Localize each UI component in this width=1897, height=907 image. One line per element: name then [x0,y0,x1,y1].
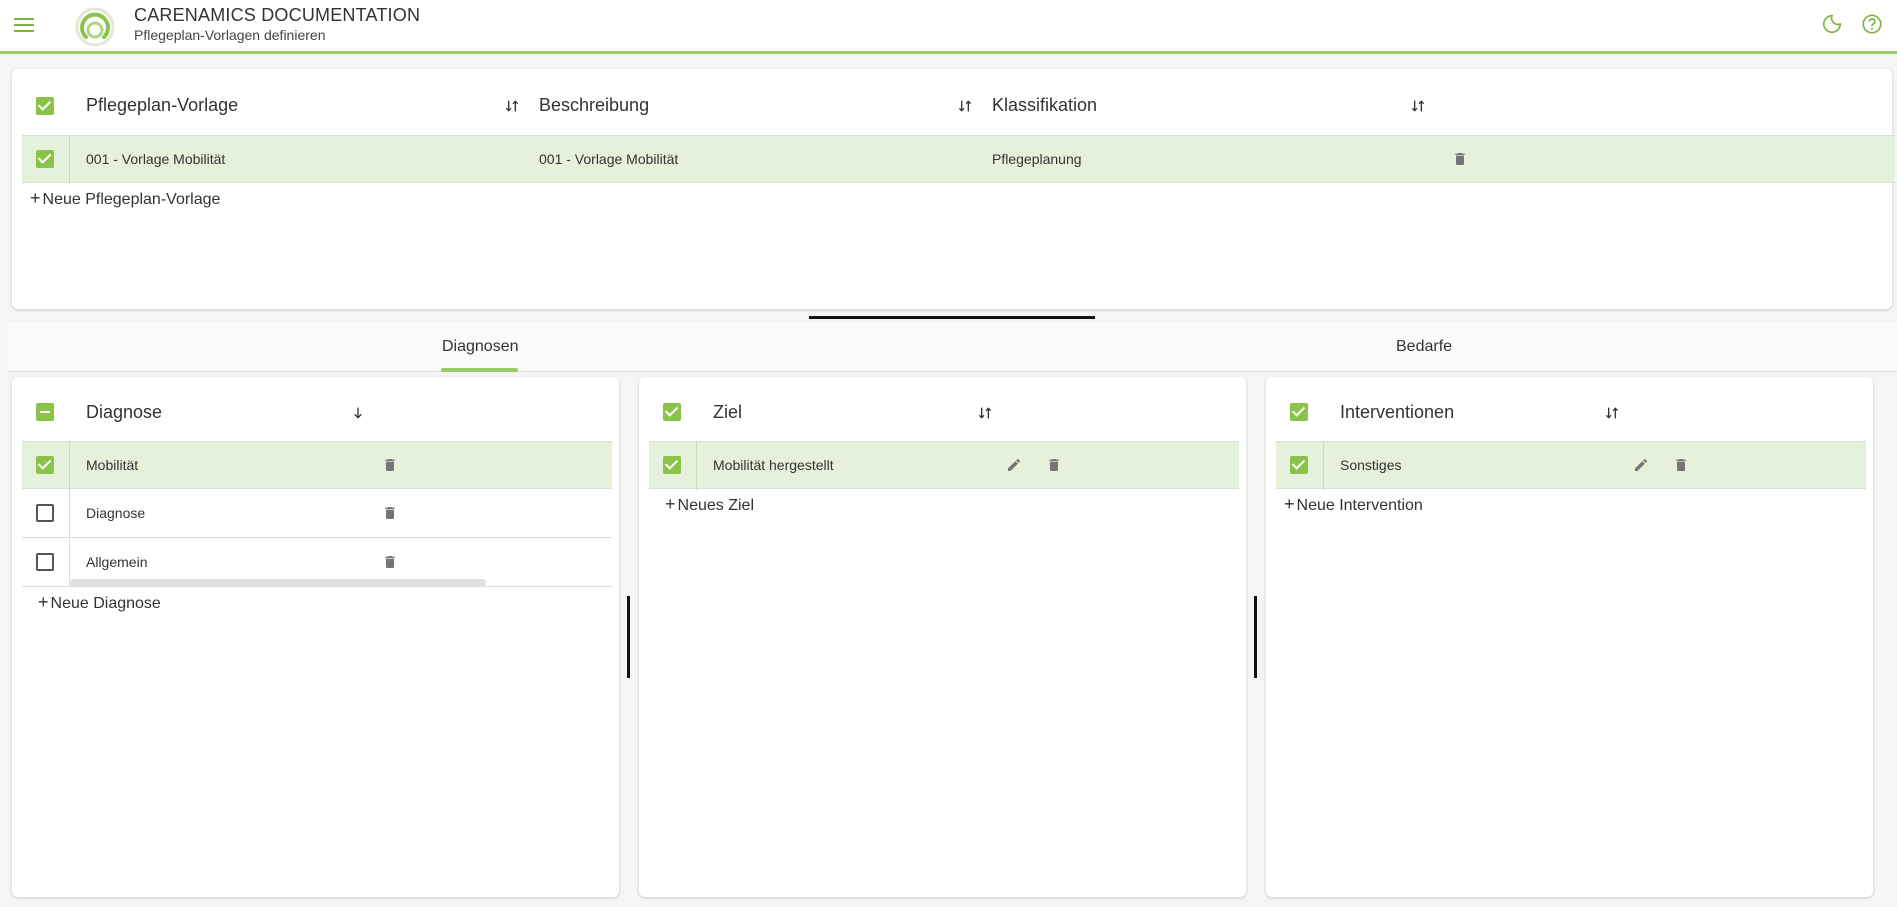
tab-diagnosen[interactable]: Diagnosen [442,338,519,356]
horizontal-scrollbar[interactable] [70,579,486,587]
goal-label: Mobilität hergestellt [713,457,834,473]
tab-bar: Diagnosen Bedarfe [8,322,1897,372]
row-checkbox-cell [1276,442,1324,490]
select-all-interventions-checkbox[interactable] [1290,403,1308,421]
menu-icon[interactable] [14,15,34,33]
list-item[interactable]: Mobilität hergestellt [649,441,1239,490]
row-checkbox[interactable] [1290,456,1308,474]
add-template-button[interactable]: + Neue Pflegeplan-Vorlage [30,188,220,209]
diagnosis-label: Mobilität [86,457,139,473]
template-name: 001 - Vorlage Mobilität [86,151,226,167]
add-template-label: Neue Pflegeplan-Vorlage [42,191,221,208]
row-checkbox[interactable] [663,456,681,474]
tab-bedarfe[interactable]: Bedarfe [1396,338,1452,356]
column-header-ziel: Ziel [713,402,743,422]
row-checkbox[interactable] [36,150,54,168]
resize-handle[interactable] [627,596,630,678]
sort-down-icon[interactable] [350,405,366,421]
add-goal-label: Neues Ziel [677,497,754,514]
table-row[interactable]: 001 - Vorlage Mobilität 001 - Vorlage Mo… [22,135,1895,184]
list-item[interactable]: Diagnose [22,490,612,538]
page-subtitle: Pflegeplan-Vorlagen definieren [134,27,326,43]
interventions-panel: Interventionen Sonstiges + Neue Intervent… [1266,377,1873,897]
sort-icon[interactable] [1410,98,1426,114]
list-item[interactable]: Mobilität [22,441,612,490]
app-header: CARENAMICS DOCUMENTATION Pflegeplan-Vorl… [0,0,1897,54]
intervention-label: Sonstiges [1340,457,1402,473]
row-checkbox-cell [22,136,70,184]
add-goal-button[interactable]: + Neues Ziel [665,494,754,515]
delete-icon[interactable] [1673,456,1689,474]
select-all-templates-checkbox[interactable] [36,97,54,115]
sort-icon[interactable] [977,405,993,421]
sort-icon[interactable] [1604,405,1620,421]
sort-icon[interactable] [504,98,520,114]
template-classification: Pflegeplanung [992,151,1082,167]
row-checkbox[interactable] [36,553,54,571]
select-all-goals-checkbox[interactable] [663,403,681,421]
delete-icon[interactable] [1046,456,1062,474]
templates-table: Pflegeplan-Vorlage Beschreibung Klassifi… [12,69,1895,309]
diagnoses-panel: Diagnose Mobilität Diagnose Allgemein + N… [12,377,619,897]
help-icon[interactable] [1861,13,1883,35]
app-title: CARENAMICS DOCUMENTATION [134,5,421,25]
row-checkbox[interactable] [36,456,54,474]
row-checkbox-cell [22,442,70,490]
list-item[interactable]: Sonstiges [1276,441,1866,490]
edit-icon[interactable] [1633,456,1649,474]
add-diagnosis-label: Neue Diagnose [50,595,161,612]
row-checkbox-cell [22,539,70,587]
row-checkbox[interactable] [36,504,54,522]
column-header-interventionen: Interventionen [1340,402,1455,422]
add-intervention-label: Neue Intervention [1296,497,1423,514]
sort-icon[interactable] [957,98,973,114]
edit-icon[interactable] [1006,456,1022,474]
diagnosis-label: Allgemein [86,554,148,570]
carenamics-logo [75,7,115,47]
row-checkbox-cell [22,490,70,538]
select-all-diagnoses-checkbox[interactable] [36,403,54,421]
goals-panel: Ziel Mobilität hergestellt + Neues Ziel [639,377,1246,897]
moon-icon[interactable] [1821,13,1843,35]
column-header-template: Pflegeplan-Vorlage [86,95,239,115]
column-header-description: Beschreibung [539,95,650,115]
delete-icon[interactable] [1452,150,1468,168]
active-tab-indicator [441,368,518,372]
resize-handle[interactable] [1254,596,1257,678]
row-checkbox-cell [649,442,697,490]
diagnosis-label: Diagnose [86,505,146,521]
add-diagnosis-button[interactable]: + Neue Diagnose [38,592,161,613]
delete-icon[interactable] [382,456,398,474]
column-header-classification: Klassifikation [992,95,1098,115]
column-header-diagnose: Diagnose [86,402,163,422]
template-description: 001 - Vorlage Mobilität [539,151,679,167]
add-intervention-button[interactable]: + Neue Intervention [1284,494,1423,515]
resize-handle[interactable] [809,316,1095,319]
delete-icon[interactable] [382,553,398,571]
delete-icon[interactable] [382,504,398,522]
